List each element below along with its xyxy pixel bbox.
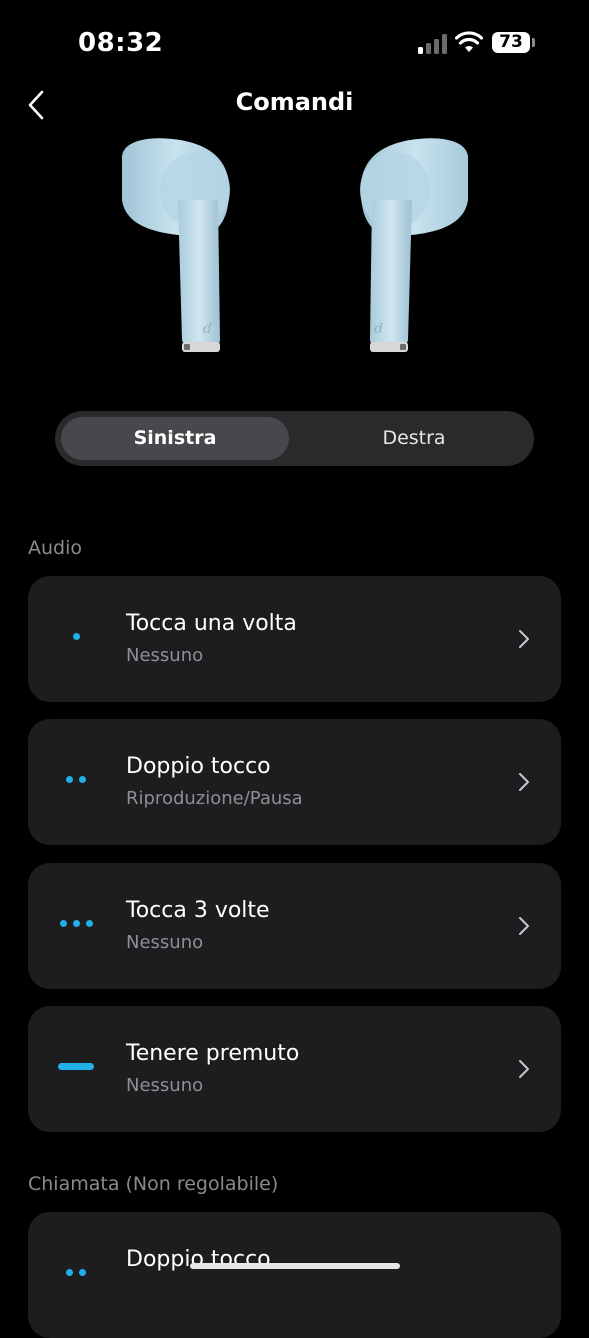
page-title: Comandi	[235, 88, 354, 116]
control-row-single-tap[interactable]: Tocca una volta Nessuno	[28, 576, 561, 702]
control-title: Tenere premuto	[126, 1041, 300, 1066]
status-bar: 08:32 73	[0, 0, 589, 88]
press-hold-icon	[58, 1058, 98, 1080]
chevron-right-icon	[519, 630, 529, 648]
left-earbud: d	[121, 138, 230, 352]
control-title: Tocca 3 volte	[126, 898, 270, 923]
battery-level: 73	[492, 32, 530, 53]
control-row-double-tap[interactable]: Doppio tocco Riproduzione/Pausa	[28, 719, 561, 845]
svg-text:d: d	[374, 321, 383, 337]
right-earbud: d	[360, 138, 469, 352]
svg-text:d: d	[203, 321, 212, 337]
earbuds-image: d d	[121, 138, 469, 352]
section-label-call: Chiamata (Non regolabile)	[28, 1173, 279, 1195]
side-selector: Sinistra Destra	[55, 411, 534, 466]
double-tap-icon	[58, 771, 98, 793]
tab-left[interactable]: Sinistra	[61, 417, 289, 460]
control-value: Nessuno	[126, 1075, 204, 1096]
battery-icon	[532, 38, 535, 47]
chevron-right-icon	[519, 1060, 529, 1078]
chevron-right-icon	[519, 917, 529, 935]
call-row-double-tap: Doppio tocco	[28, 1212, 561, 1338]
home-indicator[interactable]	[190, 1263, 400, 1269]
tab-right[interactable]: Destra	[300, 417, 528, 460]
cellular-signal-icon	[418, 34, 448, 54]
double-tap-icon	[58, 1264, 98, 1286]
triple-tap-icon	[58, 915, 98, 937]
control-value: Nessuno	[126, 932, 204, 953]
status-time: 08:32	[78, 28, 164, 58]
control-row-press-hold[interactable]: Tenere premuto Nessuno	[28, 1006, 561, 1132]
control-title: Doppio tocco	[126, 754, 271, 779]
control-value: Riproduzione/Pausa	[126, 788, 303, 809]
control-value: Nessuno	[126, 645, 204, 666]
section-label-audio: Audio	[28, 537, 83, 559]
wifi-icon	[455, 31, 483, 52]
chevron-right-icon	[519, 773, 529, 791]
single-tap-icon	[58, 628, 98, 650]
control-row-triple-tap[interactable]: Tocca 3 volte Nessuno	[28, 863, 561, 989]
control-title: Tocca una volta	[126, 611, 297, 636]
